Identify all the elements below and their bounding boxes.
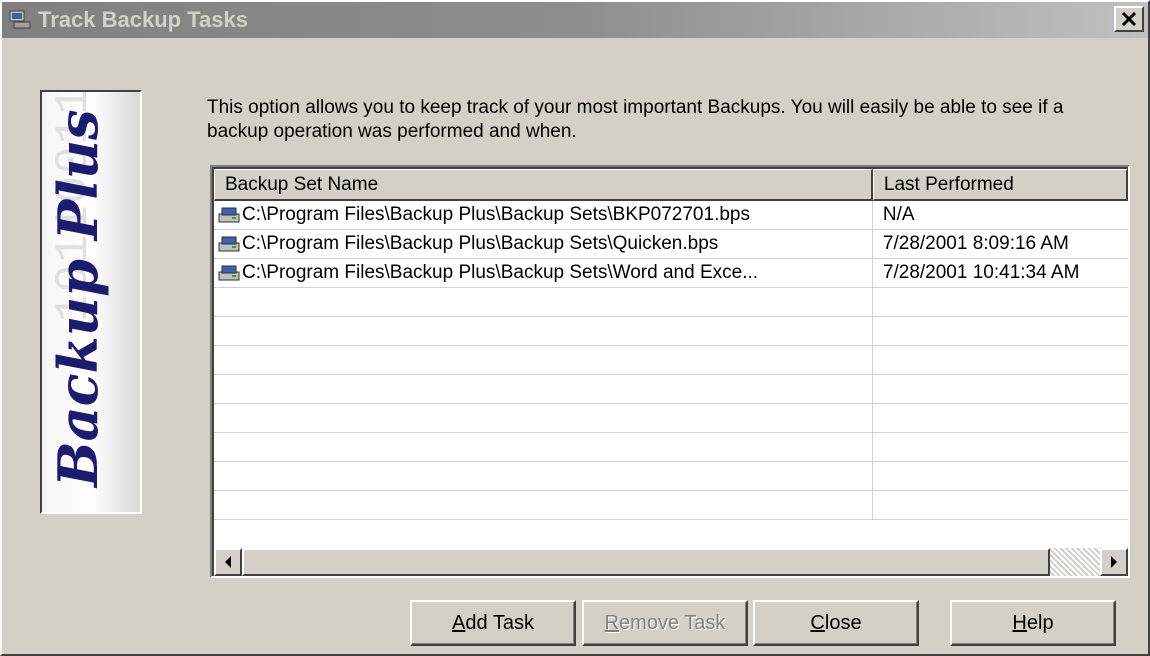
title-bar[interactable]: Track Backup Tasks	[2, 2, 1148, 38]
app-icon	[9, 10, 31, 29]
column-header-backup-set-name[interactable]: Backup Set Name	[214, 169, 873, 201]
help-button[interactable]: Help	[950, 600, 1116, 646]
list-item[interactable]: C:\Program Files\Backup Plus\Backup Sets…	[214, 201, 1128, 230]
list-item-empty	[214, 346, 1128, 375]
logo-panel: 10110011001101 Backup Plus	[40, 90, 142, 514]
scroll-thumb[interactable]	[242, 548, 1050, 576]
disk-icon	[218, 265, 240, 281]
dialog-window: Track Backup Tasks 10110011001101 Backup…	[0, 0, 1150, 656]
backup-task-list[interactable]: Backup Set Name Last Performed C:\Progra…	[210, 165, 1130, 578]
list-item[interactable]: C:\Program Files\Backup Plus\Backup Sets…	[214, 230, 1128, 259]
list-item-empty	[214, 491, 1128, 520]
list-item-empty	[214, 375, 1128, 404]
list-item-empty	[214, 288, 1128, 317]
remove-task-button[interactable]: Remove Task	[582, 600, 748, 646]
list-rows: C:\Program Files\Backup Plus\Backup Sets…	[214, 201, 1128, 520]
scroll-left-button[interactable]	[214, 548, 242, 576]
close-icon	[1121, 11, 1137, 27]
backup-set-name: C:\Program Files\Backup Plus\Backup Sets…	[242, 262, 759, 283]
horizontal-scrollbar[interactable]	[214, 548, 1128, 576]
logo-text: Backup Plus	[46, 109, 110, 487]
column-header-last-performed[interactable]: Last Performed	[872, 169, 1128, 201]
list-item-empty	[214, 462, 1128, 491]
scroll-right-button[interactable]	[1100, 548, 1128, 576]
last-performed: 7/28/2001 8:09:16 AM	[882, 233, 1069, 254]
scroll-track[interactable]	[1050, 548, 1100, 576]
backup-set-name: C:\Program Files\Backup Plus\Backup Sets…	[242, 204, 750, 225]
list-item-empty	[214, 404, 1128, 433]
description-text: This option allows you to keep track of …	[207, 97, 1064, 142]
arrow-right-icon	[1111, 556, 1117, 568]
last-performed: 7/28/2001 10:41:34 AM	[882, 262, 1080, 283]
close-button[interactable]: Close	[753, 600, 919, 646]
disk-icon	[218, 236, 240, 252]
arrow-left-icon	[225, 556, 231, 568]
close-window-button[interactable]	[1114, 6, 1144, 32]
backup-set-name: C:\Program Files\Backup Plus\Backup Sets…	[242, 233, 719, 254]
window-title: Track Backup Tasks	[38, 7, 248, 32]
list-item-empty	[214, 433, 1128, 462]
list-header: Backup Set Name Last Performed	[214, 169, 1128, 201]
add-task-button[interactable]: Add Task	[410, 600, 576, 646]
last-performed: N/A	[882, 204, 915, 225]
list-item[interactable]: C:\Program Files\Backup Plus\Backup Sets…	[214, 259, 1128, 288]
list-item-empty	[214, 317, 1128, 346]
disk-icon	[218, 207, 240, 223]
